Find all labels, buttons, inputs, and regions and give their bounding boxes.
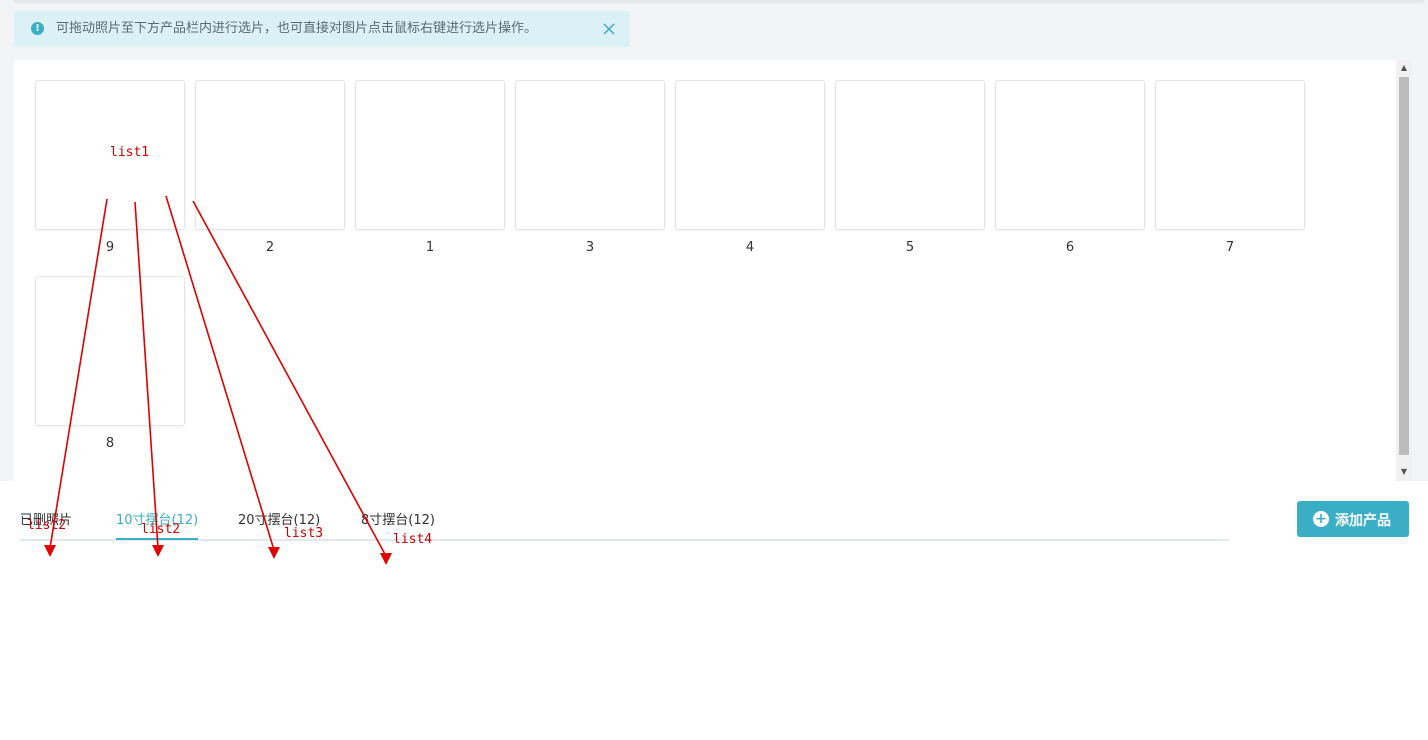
- annotation-label: list2: [141, 522, 181, 537]
- add-product-button[interactable]: + 添加产品: [1297, 501, 1409, 537]
- photo-label: 5: [905, 240, 915, 255]
- scroll-up-icon[interactable]: ▲: [1396, 60, 1412, 76]
- photo-thumb[interactable]: [995, 80, 1145, 230]
- arrow-head: [380, 553, 392, 565]
- info-icon: !: [31, 22, 44, 35]
- photo-panel: 9 2 1 3 4 5 6 7 8: [14, 60, 1396, 481]
- vertical-scrollbar[interactable]: ▲ ▼: [1396, 60, 1412, 481]
- photo-thumb[interactable]: [515, 80, 665, 230]
- photo-label: 3: [585, 240, 595, 255]
- photo-label: 4: [745, 240, 755, 255]
- scroll-down-icon[interactable]: ▼: [1396, 464, 1412, 480]
- photo-thumb[interactable]: [675, 80, 825, 230]
- plus-circle-icon: +: [1313, 511, 1329, 527]
- photo-thumb[interactable]: [35, 276, 185, 426]
- photo-label: 9: [105, 240, 115, 255]
- hint-alert: ! 可拖动照片至下方产品栏内进行选片，也可直接对图片点击鼠标右键进行选片操作。: [14, 11, 630, 47]
- arrow-head: [44, 545, 56, 557]
- photo-thumb[interactable]: [195, 80, 345, 230]
- photo-label: 7: [1225, 240, 1235, 255]
- photo-label: 8: [105, 436, 115, 451]
- close-icon[interactable]: [602, 22, 616, 36]
- top-strip: [14, 0, 1424, 2]
- alert-text: 可拖动照片至下方产品栏内进行选片，也可直接对图片点击鼠标右键进行选片操作。: [56, 21, 538, 36]
- photo-label: 6: [1065, 240, 1075, 255]
- product-tabs: 已删照片 10寸摆台(12) 20寸摆台(12) 8寸摆台(12): [20, 505, 1229, 541]
- arrow-head: [268, 547, 280, 559]
- annotation-label-source: list1: [110, 145, 150, 160]
- annotation-label: list4: [393, 532, 433, 547]
- photo-label: 1: [425, 240, 435, 255]
- annotation-label: list2: [27, 518, 67, 533]
- scrollbar-thumb[interactable]: [1399, 77, 1409, 455]
- photo-thumb[interactable]: [1155, 80, 1305, 230]
- annotation-label: list3: [284, 526, 324, 541]
- photo-thumb[interactable]: [835, 80, 985, 230]
- arrow-head: [152, 545, 164, 557]
- add-product-label: 添加产品: [1335, 513, 1391, 529]
- photo-label: 2: [265, 240, 275, 255]
- photo-thumb[interactable]: [355, 80, 505, 230]
